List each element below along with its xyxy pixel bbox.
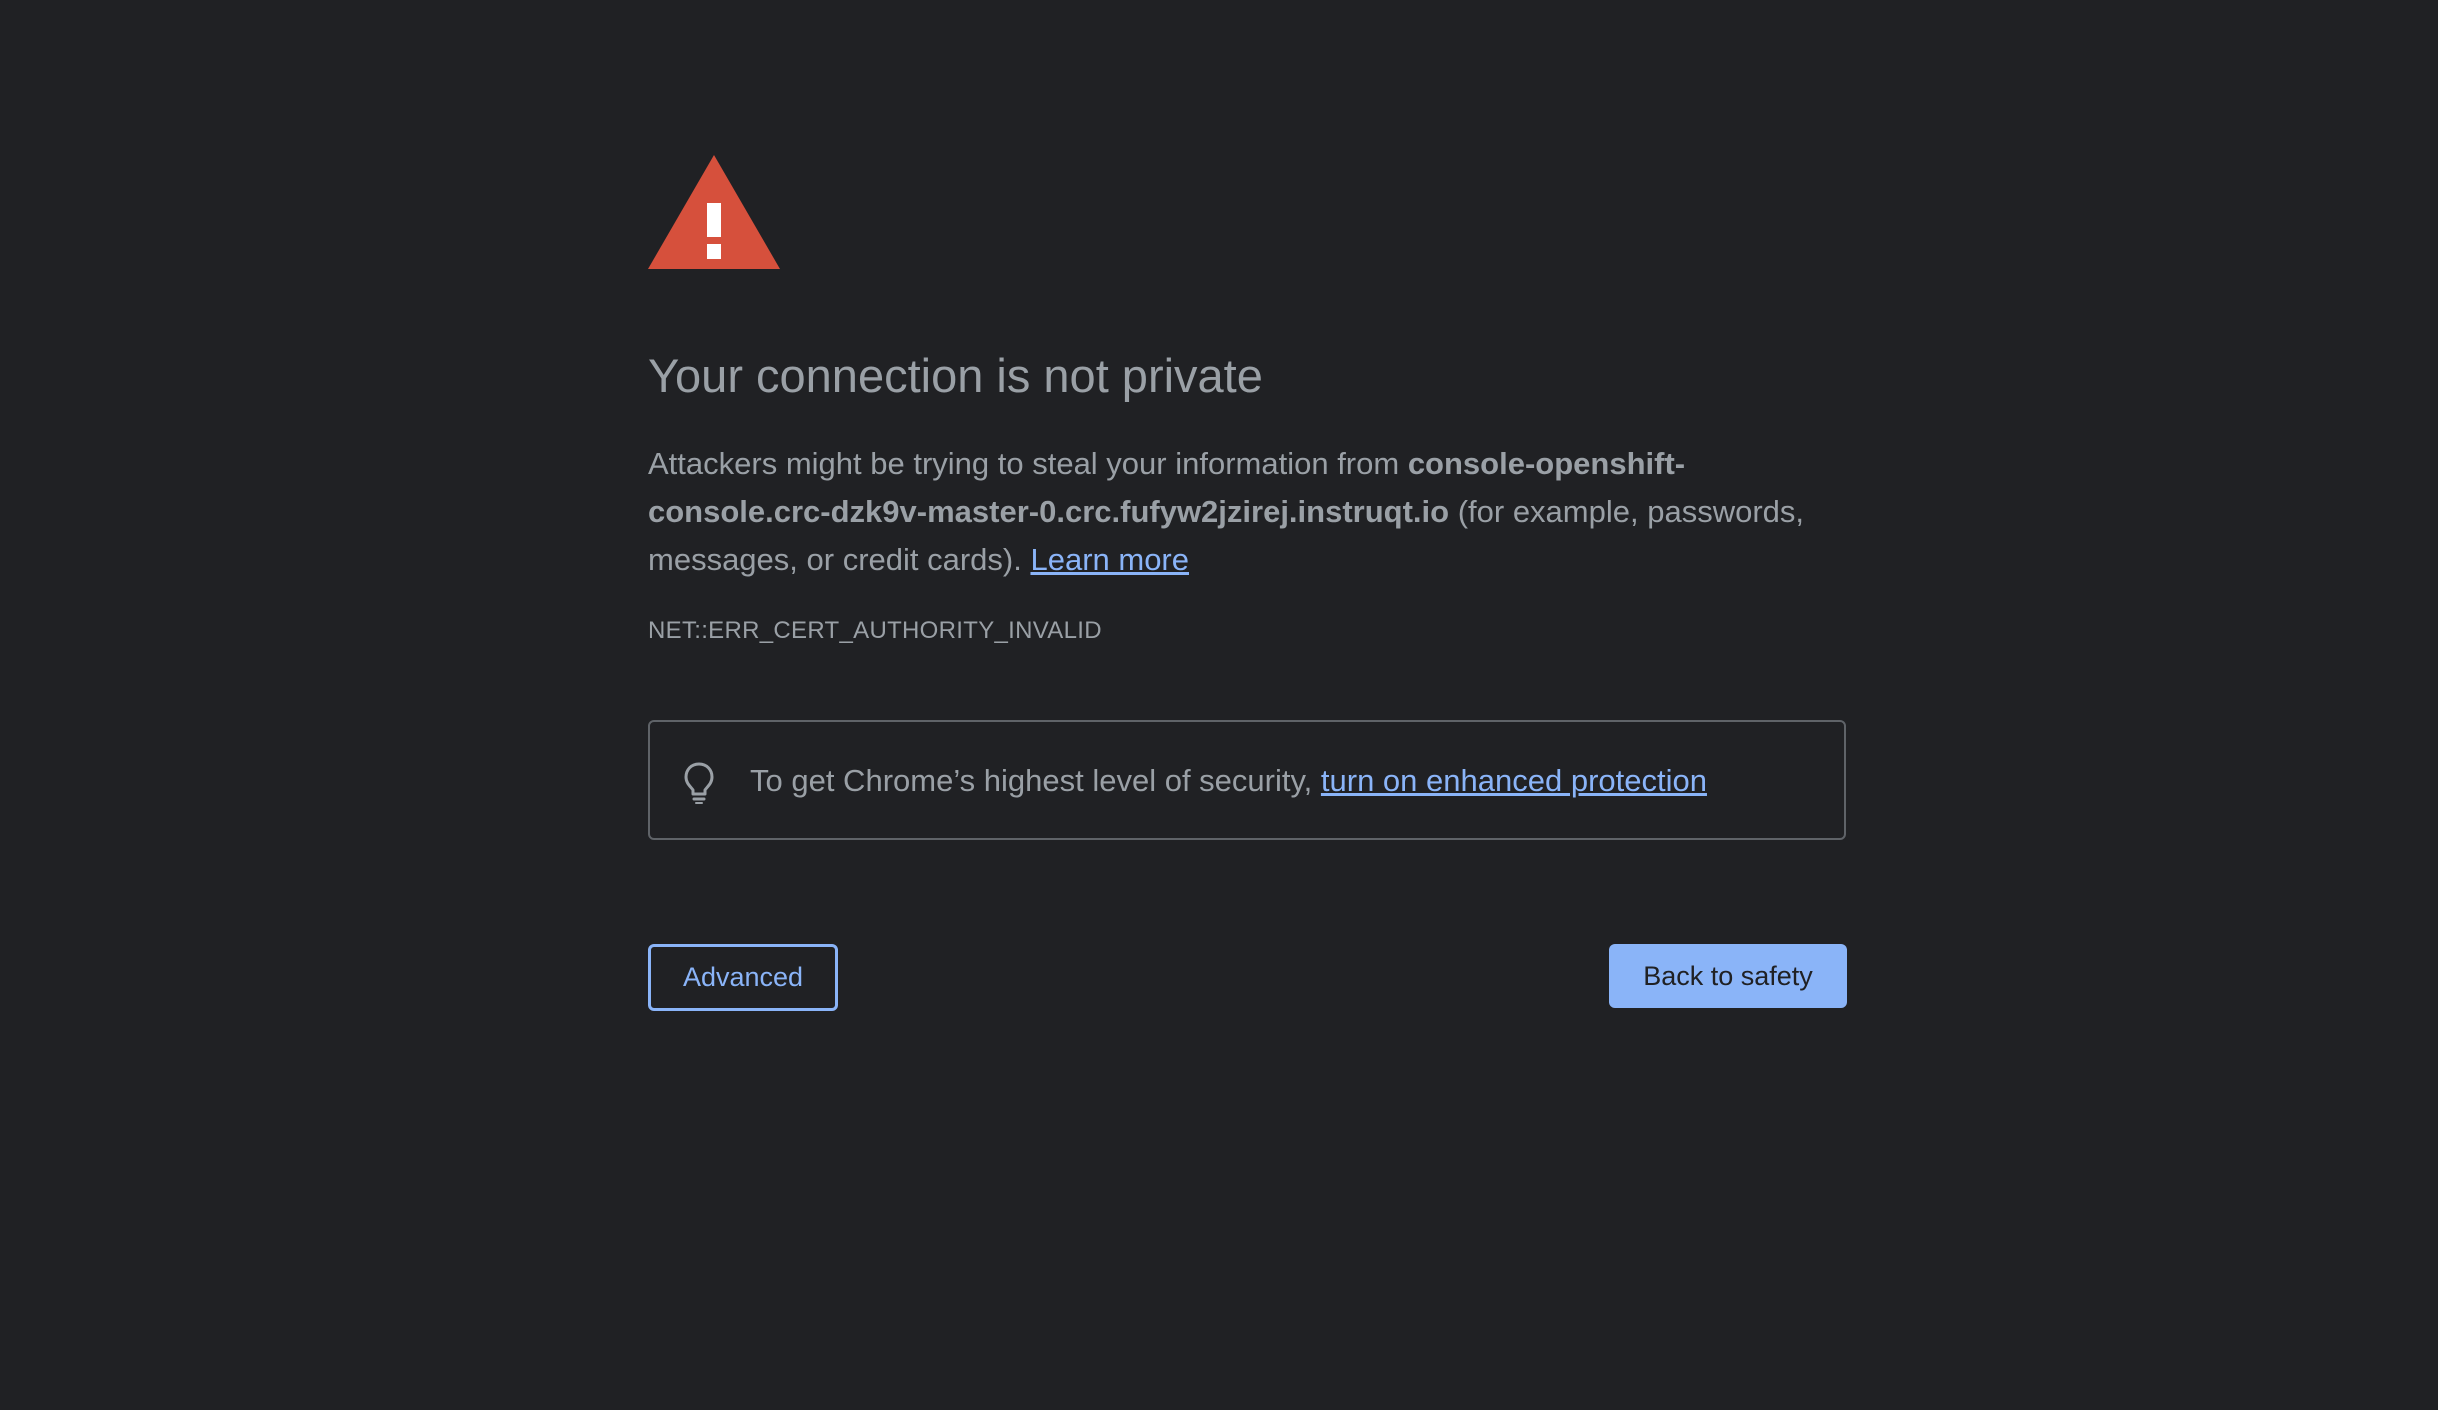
learn-more-link[interactable]: Learn more	[1030, 542, 1189, 577]
page-title: Your connection is not private	[648, 349, 1263, 402]
warning-triangle-icon	[648, 155, 780, 269]
interstitial-page: Your connection is not private Attackers…	[0, 0, 2438, 1410]
back-to-safety-button[interactable]: Back to safety	[1609, 944, 1847, 1008]
enhanced-protection-box: To get Chrome’s highest level of securit…	[648, 720, 1846, 840]
main-message: Attackers might be trying to steal your …	[648, 440, 1848, 584]
advanced-button[interactable]: Advanced	[648, 944, 838, 1011]
enhanced-protection-text: To get Chrome’s highest level of securit…	[750, 763, 1321, 798]
lightbulb-icon	[684, 762, 714, 804]
enhanced-protection-link[interactable]: turn on enhanced protection	[1321, 763, 1707, 798]
error-code: NET::ERR_CERT_AUTHORITY_INVALID	[648, 617, 1102, 644]
enhanced-protection-message: To get Chrome’s highest level of securit…	[750, 758, 1707, 804]
message-prefix: Attackers might be trying to steal your …	[648, 446, 1408, 481]
